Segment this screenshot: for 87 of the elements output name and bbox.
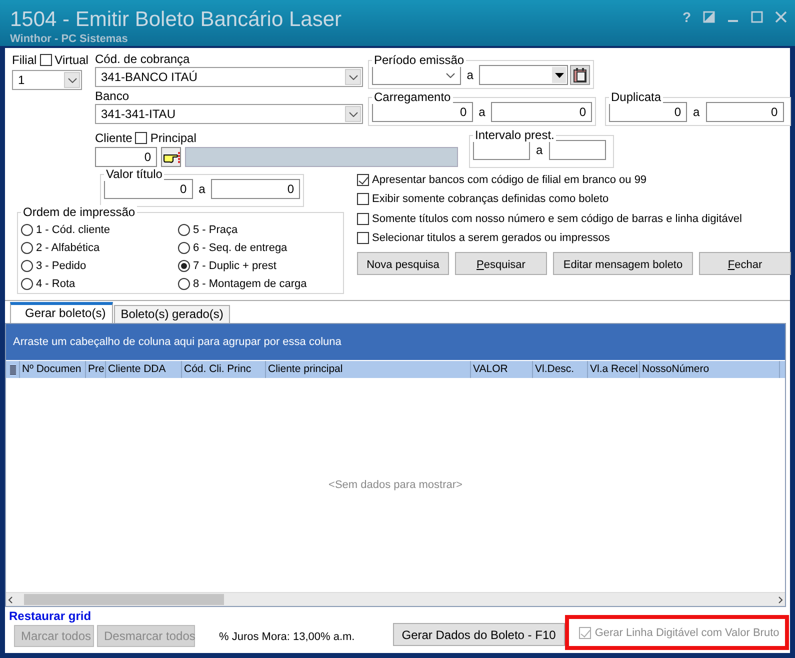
date-from-field[interactable] [372,65,461,85]
separator-label: a [536,143,543,157]
chevron-icon[interactable] [446,72,455,78]
calendar-button[interactable] [570,65,590,85]
window-title: 1504 - Emitir Boleto Bancário Laser [10,8,342,32]
filial-dropdown[interactable]: 1 [12,70,82,90]
radio-label: 7 - Duplic + prest [193,260,276,272]
radio-button[interactable] [178,260,190,272]
column-list-icon [10,364,16,374]
separator-label: a [198,182,206,196]
close-icon[interactable] [775,11,787,23]
carregamento-to-field[interactable]: 0 [491,102,592,122]
action-button[interactable]: Nova pesquisa [357,252,449,275]
dropdown-button[interactable] [552,67,566,83]
valor-from-field[interactable]: 0 [104,179,193,199]
radio-button[interactable] [21,242,33,254]
banco-label: Banco [95,89,130,103]
calendar-icon [573,67,588,83]
duplicata-from-field[interactable]: 0 [609,102,687,122]
group-label: Valor título [104,167,164,181]
tab[interactable]: Boleto(s) gerado(s) [114,305,230,323]
radio-button[interactable] [178,242,190,254]
restore-grid-link[interactable]: Restaurar grid [9,609,195,623]
triangle-icon [554,72,564,78]
cobranca-label: Cód. de cobrança [95,52,191,66]
empty-message: <Sem dados para mostrar> [328,479,462,491]
interest-text: % Juros Mora: 13,00% a.m. [219,631,355,643]
scrollbar-thumb[interactable] [24,594,224,605]
cliente-field[interactable]: 0 [95,147,157,167]
window-subtitle: Winthor - PC Sistemas [10,33,129,45]
checkbox[interactable] [357,174,369,186]
chevron-icon [348,112,358,116]
radio-button[interactable] [21,278,33,290]
duplicata-to-field[interactable]: 0 [706,102,784,122]
resize-icon[interactable] [703,11,715,23]
generate-button[interactable]: Gerar Dados do Boleto - F10 [392,623,565,646]
checkbox-label: Apresentar bancos com código de filial em branco ou 99 [372,174,647,186]
group-label: Período emissão [372,53,466,67]
cliente-label: Cliente [95,131,132,145]
radio-button[interactable] [178,278,190,290]
virtual-checkbox[interactable] [40,54,52,66]
intervalo-from-field[interactable] [473,140,530,160]
group-hint: Arraste um cabeçalho de coluna aqui para agrupar por essa coluna [13,336,342,348]
checkbox-label: Selecionar titulos a serem gerados ou impressos [372,232,610,244]
horizontal-scrollbar[interactable] [6,592,785,606]
virtual-label: Virtual [54,53,88,67]
principal-checkbox[interactable] [135,132,148,144]
group-label: Duplicata [609,90,664,104]
radio-label: 3 - Pedido [36,260,86,272]
valor-to-field[interactable]: 0 [211,179,300,199]
pointing-hand-icon [162,150,180,164]
checkbox[interactable] [357,193,369,206]
checkbox-label: Exibir somente cobranças definidas como boleto [372,193,609,206]
radio-label: 1 - Cód. cliente [36,224,110,236]
group-label: Ordem de impressão [21,205,138,219]
tab[interactable]: Gerar boleto(s) [10,302,113,323]
checkbox-label: Gerar Linha Digitável com Valor Bruto [594,626,780,638]
radio-button[interactable] [21,224,33,236]
separator-label: a [693,105,700,119]
checkbox[interactable] [357,232,369,244]
search-button[interactable] [161,147,181,167]
group-label: Intervalo prest. [473,128,556,142]
checkbox[interactable] [357,212,369,225]
action-button[interactable]: Editar mensagem boleto [553,252,693,275]
banco-dropdown[interactable]: 341-341-ITAU [95,104,363,124]
carregamento-from-field[interactable]: 0 [372,102,473,122]
radio-button[interactable] [178,224,190,236]
principal-label: Principal [150,131,196,145]
intervalo-to-field[interactable] [548,140,606,160]
cobranca-dropdown[interactable]: 341-BANCO ITAÚ [95,67,363,87]
action-button[interactable]: Pesquisar [455,252,547,275]
radio-label: 2 - Alfabética [36,242,100,254]
action-button[interactable]: Fechar [699,252,791,275]
group-label: Carregamento [372,90,453,104]
maximize-icon[interactable] [751,11,763,23]
radio-label: 5 - Praça [193,224,238,236]
chevron-icon [68,78,76,82]
radio-label: 4 - Rota [36,278,76,290]
radio-label: 6 - Seq. de entrega [193,242,288,254]
radio-label: 8 - Montagem de carga [193,278,307,290]
filial-label: Filial [12,53,37,67]
chevron-icon [348,74,358,80]
date-to-field[interactable] [479,65,568,85]
separator-label: a [466,68,474,82]
checkbox-label: Somente títulos com nosso número e sem código de barras e linha digitável [372,212,742,225]
radio-button[interactable] [21,260,33,272]
separator-label: a [478,105,486,119]
